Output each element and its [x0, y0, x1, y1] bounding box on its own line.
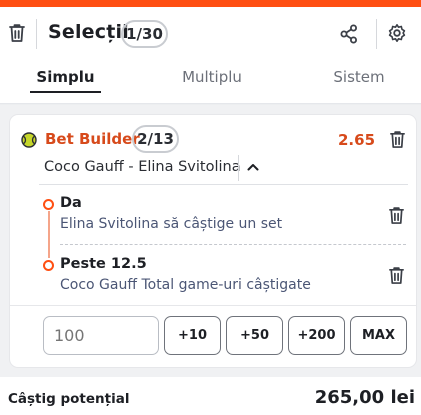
- gear-icon[interactable]: [387, 23, 407, 43]
- quick-stake-max-button[interactable]: MAX: [350, 316, 407, 355]
- match-divider: [238, 155, 239, 181]
- top-accent-bar: [0, 0, 421, 7]
- header-divider: [376, 19, 377, 49]
- divider: [10, 305, 416, 306]
- bet-builder-card: Bet Builder 2/13 2.65 Coco Gauff - Elina…: [9, 114, 417, 368]
- quick-stake-10-button[interactable]: +10: [164, 316, 221, 355]
- divider: [39, 184, 408, 185]
- quick-stake-200-button[interactable]: +200: [288, 316, 345, 355]
- share-icon[interactable]: [340, 24, 358, 44]
- selection-connector: [48, 211, 50, 258]
- betslip-header: Selecții 1/30 Simplu Multiplu Sistem: [0, 7, 421, 103]
- quick-stake-50-button[interactable]: +50: [226, 316, 283, 355]
- potential-win-label: Câștig potențial: [8, 391, 130, 407]
- active-tab-indicator: [30, 91, 101, 93]
- bet-builder-count-badge: 2/13: [132, 125, 179, 153]
- header-divider: [36, 19, 37, 49]
- chevron-up-icon[interactable]: [247, 162, 259, 172]
- header-shadow: [0, 103, 421, 105]
- bet-builder-title: Bet Builder: [45, 130, 140, 148]
- tab-multiplu[interactable]: Multiplu: [170, 68, 254, 86]
- tab-sistem[interactable]: Sistem: [322, 68, 396, 86]
- selection-dot: [43, 260, 54, 271]
- trash-icon[interactable]: [388, 266, 405, 285]
- trash-icon[interactable]: [388, 206, 405, 225]
- selection-name: Peste 12.5: [60, 256, 147, 272]
- selection-description: Coco Gauff Total game-uri câștigate: [60, 277, 311, 293]
- tennis-ball-icon: [21, 132, 37, 148]
- page-title: Selecții: [48, 21, 129, 43]
- selection-name: Da: [60, 195, 82, 211]
- bet-builder-odds: 2.65: [338, 131, 376, 149]
- stake-input[interactable]: [43, 316, 159, 355]
- selection-description: Elina Svitolina să câștige un set: [60, 216, 283, 232]
- potential-win-value: 265,00 lei: [314, 387, 415, 408]
- selection-count-badge: 1/30: [121, 20, 168, 48]
- trash-icon[interactable]: [8, 23, 26, 43]
- trash-icon[interactable]: [389, 130, 406, 149]
- selection-dot: [43, 199, 54, 210]
- potential-win-footer: Câștig potențial 265,00 lei: [0, 377, 421, 415]
- tab-simplu[interactable]: Simplu: [30, 68, 101, 86]
- selection-divider: [60, 244, 406, 245]
- match-name: Coco Gauff - Elina Svitolina: [44, 159, 241, 175]
